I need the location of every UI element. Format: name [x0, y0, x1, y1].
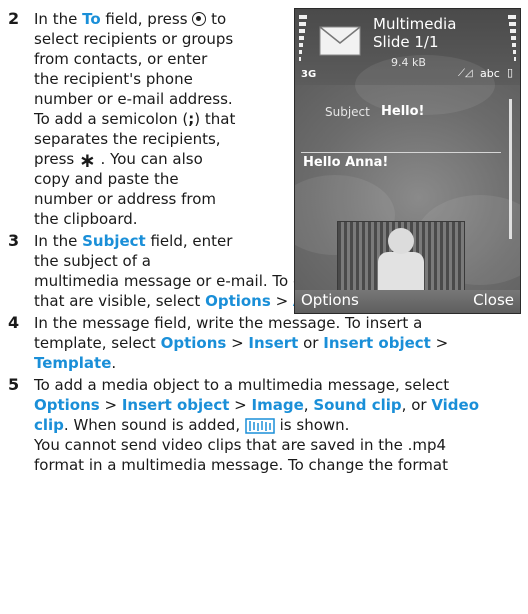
step-number: 4 — [8, 313, 20, 332]
step-2-line: the clipboard. — [34, 210, 138, 228]
menu-command: Template — [34, 354, 112, 372]
envelope-icon — [319, 26, 361, 56]
subject-field[interactable]: Hello! — [381, 104, 424, 119]
step-2-line: In the To field, press to — [34, 10, 227, 28]
battery-icon — [508, 15, 516, 65]
step-2-line: from contacts, or enter — [34, 50, 208, 68]
pen-icon: ▯ — [507, 66, 514, 79]
menu-command: Subject — [82, 232, 146, 250]
subject-label: Subject — [325, 105, 370, 119]
field-divider — [301, 152, 501, 153]
step-5-line: clip. When sound is added, is shown. — [34, 416, 350, 434]
softkey-bar: Options Close — [295, 290, 520, 313]
step-4-line: template, select Options > Insert or Ins… — [34, 334, 449, 352]
inserted-image[interactable] — [337, 221, 465, 291]
menu-command: Insert — [248, 334, 299, 352]
step-4-line: Template. — [34, 354, 117, 372]
signal-strength-icon — [299, 15, 307, 65]
photo-person-body — [378, 252, 424, 290]
message-type-title: Multimedia — [373, 15, 457, 33]
menu-command: Insert object — [121, 396, 230, 414]
menu-command: Video — [431, 396, 480, 414]
step-2-line: copy and paste the — [34, 170, 179, 188]
menu-command: To — [82, 10, 101, 28]
step-5-line: You cannot send video clips that are sav… — [34, 436, 447, 454]
scrollbar[interactable] — [509, 99, 512, 239]
step-2-line: number or address from — [34, 190, 217, 208]
photo-person-head — [388, 228, 414, 254]
menu-command: clip — [34, 416, 64, 434]
step-2-line: To add a semicolon (;) that — [34, 110, 236, 128]
step-number: 3 — [8, 231, 20, 250]
message-body-field[interactable]: Hello Anna! — [303, 155, 388, 170]
step-2-line: select recipients or groups — [34, 30, 234, 48]
step-5-line: format in a multimedia message. To chang… — [34, 456, 448, 474]
step-3-line: the subject of a — [34, 252, 151, 270]
menu-command: Image — [251, 396, 304, 414]
phone-screenshot: Multimedia Slide 1/1 9.4 kB 3G ⟋◿ abc ▯ … — [294, 8, 521, 314]
menu-command: Options — [160, 334, 227, 352]
options-softkey[interactable]: Options — [301, 291, 359, 309]
background-bubble — [355, 55, 495, 115]
step-number: 2 — [8, 9, 20, 28]
step-2-line: number or e-mail address. — [34, 90, 233, 108]
menu-command: Options — [205, 292, 271, 310]
message-editor: Subject Hello! Hello Anna! — [295, 55, 520, 291]
step-4-line: In the message field, write the message.… — [34, 314, 423, 332]
step-5-line: Options > Insert object > Image, Sound c… — [34, 396, 480, 414]
step-2-line: separates the recipients, — [34, 130, 221, 148]
network-indicator: 3G — [301, 69, 317, 80]
step-3-line: In the Subject field, enter — [34, 232, 233, 250]
step-2-line: press ∗ . You can also — [34, 148, 203, 172]
audio-icon — [245, 418, 275, 434]
step-number: 5 — [8, 375, 20, 394]
menu-command: Options — [34, 396, 100, 414]
close-softkey[interactable]: Close — [473, 291, 514, 309]
step-2-line: the recipient's phone — [34, 70, 193, 88]
menu-command: Insert object — [323, 334, 431, 352]
select-key-icon — [192, 12, 207, 26]
menu-command: Sound clip — [313, 396, 402, 414]
step-5-line: To add a media object to a multimedia me… — [34, 376, 450, 394]
slide-counter: Slide 1/1 — [373, 33, 439, 51]
